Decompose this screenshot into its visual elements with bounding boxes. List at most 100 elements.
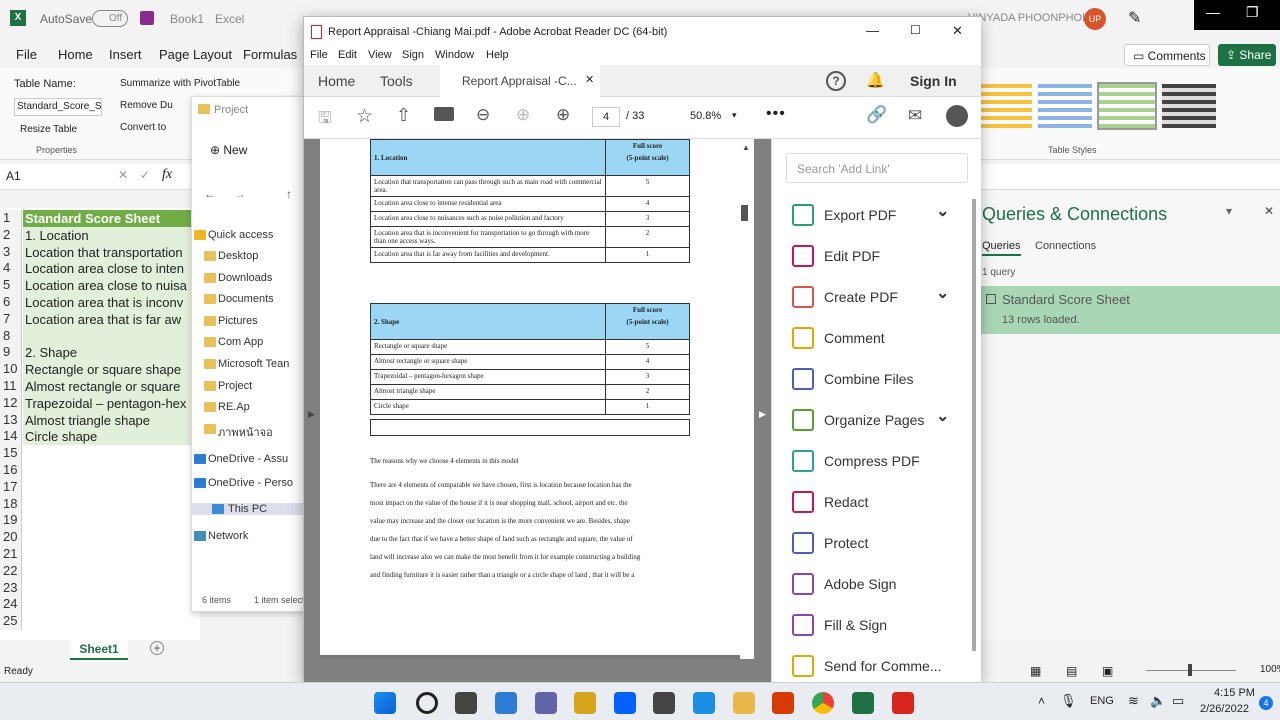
new-button[interactable]: ⊕ New: [210, 143, 247, 157]
row-number[interactable]: 14: [0, 428, 22, 446]
cell-a16[interactable]: [23, 462, 193, 479]
convert-range-button[interactable]: Convert to: [120, 122, 166, 133]
nav-item[interactable]: This PC: [192, 503, 307, 515]
insert-function-button[interactable]: fx: [162, 167, 172, 183]
cell-a11[interactable]: Almost rectangle or square: [23, 378, 193, 395]
expand-chevron-icon[interactable]: ⌄: [936, 283, 949, 303]
nav-item[interactable]: OneDrive - Assu: [194, 453, 288, 465]
enter-icon[interactable]: ✓: [140, 168, 150, 182]
row-number[interactable]: 11: [0, 378, 22, 395]
sheet-tab[interactable]: Sheet1: [70, 640, 128, 660]
cell-a3[interactable]: Location that transportation: [23, 243, 193, 261]
row-number[interactable]: 22: [0, 562, 22, 580]
sign-in-button[interactable]: Sign In: [910, 73, 957, 89]
row-number[interactable]: 16: [0, 462, 22, 479]
cell-a7[interactable]: Location area that is far aw: [23, 310, 193, 328]
cell-a25[interactable]: [23, 613, 193, 630]
share-link-icon[interactable]: 🔗: [866, 105, 887, 125]
cell-a4[interactable]: Location area close to inten: [23, 260, 193, 278]
comments-button[interactable]: ▭ Comments: [1124, 44, 1210, 66]
normal-view-icon[interactable]: ▦: [1030, 664, 1041, 678]
back-icon[interactable]: ←: [204, 187, 216, 201]
tab-connections[interactable]: Connections: [1035, 240, 1096, 252]
forward-icon[interactable]: →: [234, 187, 246, 201]
row-number[interactable]: 23: [0, 579, 22, 597]
row-number[interactable]: 25: [0, 613, 22, 631]
row-number[interactable]: 21: [0, 546, 22, 563]
cell-a22[interactable]: [23, 563, 193, 580]
cell-a9[interactable]: 2. Shape: [23, 344, 193, 362]
cell-a23[interactable]: [23, 580, 193, 597]
tool-item[interactable]: Comment: [792, 324, 885, 352]
nav-item[interactable]: ภาพหน้าจอ: [204, 423, 273, 441]
row-number[interactable]: 12: [0, 394, 22, 412]
table-style-dark[interactable]: [1162, 84, 1216, 128]
acro-menu-view[interactable]: View: [368, 49, 392, 61]
close-pane-icon[interactable]: ✕: [1264, 204, 1274, 218]
acrobat-close-icon[interactable]: ✕: [952, 23, 963, 39]
nav-item[interactable]: Quick access: [194, 229, 273, 241]
tool-item[interactable]: Fill & Sign: [792, 611, 887, 639]
row-number[interactable]: 24: [0, 596, 22, 614]
table-style-yellow[interactable]: [980, 84, 1032, 128]
app-icon[interactable]: [653, 692, 675, 714]
expand-chevron-icon[interactable]: ⌄: [936, 406, 949, 426]
menu-insert[interactable]: Insert: [109, 47, 142, 62]
tool-item[interactable]: Send for Comme...: [792, 652, 942, 680]
tool-item[interactable]: Redact: [792, 488, 868, 516]
cell-a10[interactable]: Rectangle or square shape: [23, 361, 193, 379]
row-number[interactable]: 7: [0, 310, 22, 328]
tool-item[interactable]: Protect: [792, 529, 868, 557]
zoom-select[interactable]: 50.8%: [690, 110, 721, 122]
zoom-out-icon[interactable]: ⊖: [476, 105, 490, 125]
nav-item[interactable]: Network: [194, 530, 248, 542]
office-icon[interactable]: [772, 692, 794, 714]
teams-chat-icon[interactable]: [535, 692, 557, 714]
tool-search-input[interactable]: Search 'Add Link': [786, 153, 968, 183]
acro-menu-sign[interactable]: Sign: [402, 49, 424, 61]
clock-time[interactable]: 4:15 PM: [1214, 687, 1255, 699]
upload-icon[interactable]: ⇧: [396, 105, 411, 126]
zoom-slider-thumb[interactable]: [1188, 664, 1192, 676]
dropbox-icon[interactable]: [614, 692, 636, 714]
document-view[interactable]: 1. Location Full score (5-point scale) Loca…: [304, 139, 771, 683]
tool-item[interactable]: Adobe Sign: [792, 570, 896, 598]
resize-table-button[interactable]: Resize Table: [20, 124, 77, 135]
tool-item[interactable]: Organize Pages ⌄: [792, 406, 949, 434]
right-pane-collapse-icon[interactable]: ▶: [759, 409, 766, 420]
notification-badge[interactable]: 4: [1259, 696, 1273, 710]
cell-a24[interactable]: [23, 596, 193, 613]
tool-item[interactable]: Edit PDF: [792, 242, 880, 270]
cell-a20[interactable]: [23, 529, 193, 546]
wifi-icon[interactable]: ≋: [1128, 693, 1139, 709]
bookmark-star-icon[interactable]: ☆: [356, 105, 373, 128]
row-number[interactable]: 13: [0, 411, 22, 429]
page-break-view-icon[interactable]: ▣: [1102, 664, 1113, 678]
volume-icon[interactable]: 🔈: [1150, 693, 1166, 709]
cell-a21[interactable]: [23, 546, 193, 563]
tool-item[interactable]: Compress PDF: [792, 447, 920, 475]
add-sheet-icon[interactable]: +: [150, 641, 164, 655]
nav-item[interactable]: Project: [204, 380, 252, 392]
next-page-icon[interactable]: ⊕: [556, 105, 570, 125]
nav-item[interactable]: Downloads: [204, 272, 272, 284]
more-tools-icon[interactable]: •••: [766, 105, 786, 123]
page-layout-view-icon[interactable]: ▤: [1066, 664, 1077, 678]
clock-date[interactable]: 2/26/2022: [1200, 703, 1249, 715]
share-button[interactable]: ⇪ Share: [1218, 44, 1276, 66]
widgets-icon[interactable]: [495, 692, 517, 714]
tool-item[interactable]: Combine Files: [792, 365, 913, 393]
acrobat-taskbar-icon[interactable]: [892, 692, 914, 714]
remove-duplicates-button[interactable]: Remove Du: [120, 100, 173, 111]
row-number[interactable]: 17: [0, 478, 22, 496]
excel-taskbar-icon[interactable]: [852, 692, 874, 714]
tool-item[interactable]: Export PDF ⌄: [792, 201, 949, 229]
tab-queries[interactable]: Queries: [982, 240, 1021, 256]
avatar[interactable]: UP: [1084, 8, 1106, 30]
up-icon[interactable]: ↑: [286, 187, 292, 201]
pane-options-icon[interactable]: ▾: [1226, 204, 1232, 218]
acrobat-minimize-icon[interactable]: —: [866, 23, 879, 38]
cell-a12[interactable]: Trapezoidal – pentagon-hex: [23, 394, 193, 412]
cancel-icon[interactable]: ✕: [118, 168, 128, 182]
cell-a13[interactable]: Almost triangle shape: [23, 411, 193, 429]
